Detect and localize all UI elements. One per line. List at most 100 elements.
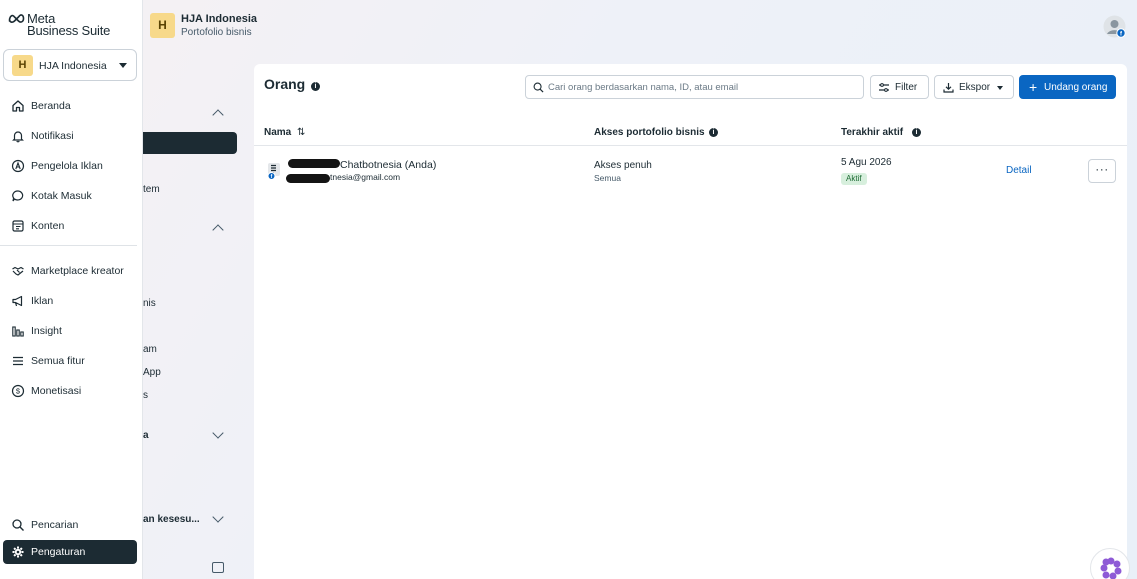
nav-item-kotak-masuk[interactable]: Kotak Masuk xyxy=(3,184,137,208)
filter-icon xyxy=(879,83,889,92)
gear-icon xyxy=(12,546,24,558)
invite-label: Undang orang xyxy=(1044,82,1108,93)
search-icon xyxy=(12,519,24,531)
ads-manager-icon xyxy=(11,159,25,173)
redacted-name xyxy=(288,159,340,168)
column-header-last-active: Terakhir aktif xyxy=(841,127,903,138)
account-name: HJA Indonesia xyxy=(39,60,107,72)
export-button[interactable]: Ekspor xyxy=(934,75,1014,99)
nav-item-insight[interactable]: Insight xyxy=(3,319,137,343)
nav-item-monetisasi[interactable]: $ Monetisasi xyxy=(3,379,137,403)
last-active-date: 5 Agu 2026 xyxy=(841,157,892,168)
nav-item-notifikasi[interactable]: Notifikasi xyxy=(3,124,137,148)
collapse-panel-icon[interactable] xyxy=(212,562,224,573)
panel-fragment[interactable]: nis xyxy=(143,298,156,309)
info-icon[interactable]: i xyxy=(709,128,718,137)
nav-item-label: Pencarian xyxy=(31,519,79,531)
nav-item-iklan[interactable]: Iklan xyxy=(3,289,137,313)
menu-icon xyxy=(13,356,23,366)
nav-item-label: Kotak Masuk xyxy=(31,190,92,202)
invite-people-button[interactable]: + Undang orang xyxy=(1019,75,1116,99)
search-input[interactable] xyxy=(548,76,858,98)
nav-item-label: Pengelola Iklan xyxy=(31,160,103,172)
column-header-access: Akses portofolio bisnis xyxy=(594,127,705,138)
panel-fragment[interactable]: s xyxy=(143,390,148,401)
export-label: Ekspor xyxy=(959,82,991,93)
brand-line-2: Business Suite xyxy=(27,23,111,38)
plus-icon: + xyxy=(1029,79,1038,95)
nav-item-label: Semua fitur xyxy=(31,355,85,367)
nav-item-marketplace-kreator[interactable]: Marketplace kreator xyxy=(3,259,137,283)
nav-item-label: Pengaturan xyxy=(31,546,86,558)
nav-item-pencarian[interactable]: Pencarian xyxy=(3,513,137,537)
bell-icon xyxy=(12,131,24,143)
more-options-button[interactable]: ··· xyxy=(1088,159,1116,183)
info-icon[interactable]: i xyxy=(912,128,921,137)
panel-fragment[interactable]: a xyxy=(143,430,149,441)
search-box[interactable] xyxy=(525,75,864,99)
sort-icon[interactable]: ⇅ xyxy=(297,127,305,138)
business-name[interactable]: HJA Indonesia xyxy=(181,13,257,25)
handshake-icon xyxy=(12,266,24,276)
page-title: Orang xyxy=(264,76,306,92)
nav-item-label: Monetisasi xyxy=(31,385,82,397)
panel-fragment[interactable]: tem xyxy=(143,184,160,195)
nav-item-pengelola-iklan[interactable]: Pengelola Iklan xyxy=(3,154,137,178)
redacted-email xyxy=(286,174,330,183)
panel-fragment[interactable]: App xyxy=(143,367,161,378)
nav-item-label: Beranda xyxy=(31,100,71,112)
nav-item-konten[interactable]: Konten xyxy=(3,214,137,238)
caret-down-icon xyxy=(997,86,1003,90)
account-avatar: H xyxy=(12,55,33,76)
column-label: Terakhir aktif xyxy=(841,127,904,138)
status-badge: Aktif xyxy=(841,173,867,185)
assistant-button[interactable] xyxy=(1090,548,1130,579)
access-scope: Semua xyxy=(594,173,621,183)
access-level: Akses penuh xyxy=(594,160,652,171)
meta-logo-icon xyxy=(8,14,25,23)
meta-business-suite-logo[interactable]: Meta Business Suite xyxy=(8,11,138,39)
download-icon xyxy=(943,83,954,93)
search-icon xyxy=(533,82,544,93)
content-icon xyxy=(12,220,24,232)
caret-down-icon xyxy=(119,63,127,68)
nav-item-beranda[interactable]: Beranda xyxy=(3,94,137,118)
nav-item-semua-fitur[interactable]: Semua fitur xyxy=(3,349,137,373)
dollar-icon: $ xyxy=(11,384,25,398)
more-icon: ··· xyxy=(1095,162,1109,176)
detail-link[interactable]: Detail xyxy=(1006,165,1032,176)
chevron-down-icon[interactable] xyxy=(212,427,224,439)
chevron-up-icon[interactable] xyxy=(212,224,224,236)
chevron-up-icon[interactable] xyxy=(212,109,224,121)
panel-fragment[interactable]: am xyxy=(143,344,157,355)
info-icon[interactable]: i xyxy=(311,82,320,91)
user-name: Chatbotnesia (Anda) xyxy=(340,159,437,171)
inbox-icon xyxy=(12,190,24,202)
column-label: Nama xyxy=(264,127,292,138)
people-card: Orang i Filter Ekspor + Undang orang Nam… xyxy=(254,64,1127,579)
column-header-name[interactable]: Nama ⇅ xyxy=(264,127,305,138)
chevron-down-icon[interactable] xyxy=(212,511,224,523)
header-divider xyxy=(254,145,1127,146)
business-subtitle: Portofolio bisnis xyxy=(181,27,252,38)
filter-label: Filter xyxy=(895,82,918,93)
panel-active-item[interactable] xyxy=(143,132,237,154)
left-navigation: Meta Business Suite H HJA Indonesia Bera… xyxy=(0,0,143,579)
nav-item-label: Insight xyxy=(31,325,62,337)
business-avatar: H xyxy=(150,13,175,38)
nav-item-label: Notifikasi xyxy=(31,130,74,142)
panel-fragment[interactable]: an kesesu... xyxy=(143,514,200,525)
business-panel: H HJA Indonesia Portofolio bisnis tem ni… xyxy=(143,0,257,579)
column-label: Akses portofolio bisnis xyxy=(594,127,705,138)
nav-item-pengaturan[interactable]: Pengaturan xyxy=(3,540,137,564)
profile-avatar-icon[interactable]: f xyxy=(1103,15,1126,38)
insights-icon xyxy=(12,326,24,337)
filter-button[interactable]: Filter xyxy=(870,75,929,99)
home-icon xyxy=(12,100,24,112)
svg-text:$: $ xyxy=(16,387,21,396)
flower-icon xyxy=(1100,557,1122,579)
nav-item-label: Iklan xyxy=(31,295,54,307)
user-email: tnesia@gmail.com xyxy=(330,172,401,182)
nav-item-label: Konten xyxy=(31,220,65,232)
account-switcher[interactable]: H HJA Indonesia xyxy=(3,49,137,81)
